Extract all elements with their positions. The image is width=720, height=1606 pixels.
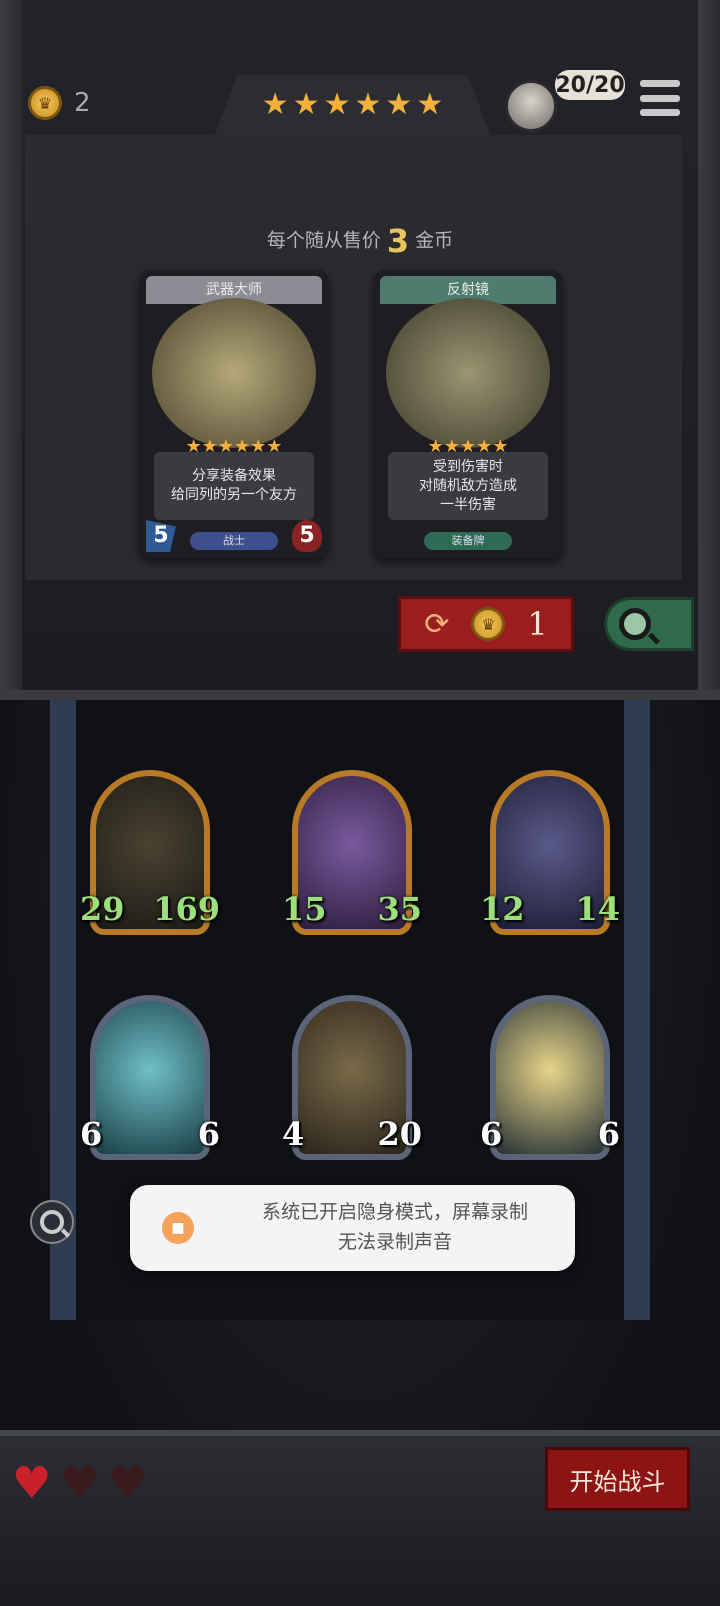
shop-search-button[interactable] (604, 597, 694, 651)
shop-card-reflect-mirror[interactable]: 反射镜 ★★★★★ 受到伤害时 对随机敌方造成 一半伤害 装备牌 (374, 270, 562, 558)
toast-line: 无法录制声音 (337, 1231, 452, 1253)
card-desc-line: 一半伤害 (440, 496, 496, 513)
minion-health: 35 (377, 890, 422, 928)
card-desc-line: 对随机敌方造成 (419, 477, 517, 494)
screen-record-icon: ■ (162, 1212, 194, 1244)
refresh-cost: 1 (527, 605, 548, 643)
menu-bar-icon (640, 109, 680, 116)
menu-button[interactable] (640, 80, 680, 116)
minion-attack: 4 (277, 1113, 321, 1155)
board-minion[interactable]: 29 169 (80, 770, 220, 960)
life-heart-empty-icon: ♥ (60, 1458, 100, 1509)
minion-health: 20 (373, 1113, 422, 1155)
board-search-button[interactable] (30, 1200, 74, 1244)
toast-text: 系统已开启隐身模式，屏幕录制 无法录制声音 (220, 1197, 570, 1257)
shop-panel: ♛ 2 ★ ★ ★ ★ ★ ★ 20/20 每个随从售价 3 金币 武器大师 ★★★… (0, 0, 720, 700)
card-art-warrior (152, 298, 316, 448)
player-avatar[interactable] (505, 80, 557, 132)
star-icon: ★ (261, 87, 289, 122)
sell-suffix: 金币 (415, 229, 454, 252)
recording-toast: ■ 系统已开启隐身模式，屏幕录制 无法录制声音 (130, 1185, 575, 1271)
minion-health: 14 (575, 890, 620, 928)
refresh-icon: ⟳ (424, 606, 450, 642)
minion-health: 6 (593, 1113, 637, 1155)
coin-icon: ♛ (28, 86, 62, 120)
minion-portrait (490, 995, 610, 1160)
sell-price-text: 每个随从售价 3 金币 (0, 222, 720, 260)
toast-line: 系统已开启隐身模式，屏幕录制 (261, 1201, 528, 1223)
card-health: 5 (292, 520, 322, 552)
life-heart-icon: ♥ (12, 1458, 52, 1509)
star-icon: ★ (385, 87, 413, 122)
minion-attack: 29 (80, 890, 125, 928)
coin-display: ♛ 2 (28, 86, 91, 120)
board-minion[interactable]: 12 14 (480, 770, 620, 960)
star-icon: ★ (323, 87, 351, 122)
coin-count: 2 (74, 88, 91, 118)
minion-attack: 15 (282, 890, 327, 928)
card-desc-line: 给同列的另一个友方 (171, 487, 297, 503)
coin-icon: ♛ (471, 607, 506, 641)
search-icon (619, 608, 651, 640)
star-icon: ★ (292, 87, 320, 122)
menu-bar-icon (640, 80, 680, 87)
frame-left (0, 0, 22, 690)
shop-card-weapon-master[interactable]: 武器大师 ★★★★★★ 分享装备效果 给同列的另一个友方 5 战士 5 (140, 270, 328, 558)
tavern-star-banner: ★ ★ ★ ★ ★ ★ (215, 75, 490, 135)
card-type-tag: 装备牌 (424, 532, 512, 550)
frame-right (698, 0, 720, 690)
search-icon (40, 1210, 64, 1234)
card-desc-line: 分享装备效果 (192, 468, 276, 484)
card-art-mirror (386, 298, 550, 448)
life-heart-empty-icon: ♥ (108, 1458, 148, 1509)
minion-health: 169 (153, 890, 220, 928)
minion-attack: 12 (480, 890, 525, 928)
shop-inner-board (25, 135, 682, 580)
minion-attack: 6 (475, 1113, 519, 1155)
board-minion[interactable]: 4 20 (277, 995, 422, 1185)
card-desc-line: 受到伤害时 (433, 458, 503, 475)
sell-price-value: 3 (386, 222, 410, 260)
sell-prefix: 每个随从售价 (266, 229, 381, 252)
star-icon: ★ (354, 87, 382, 122)
card-description: 受到伤害时 对随机敌方造成 一半伤害 (388, 452, 548, 520)
star-icon: ★ (416, 87, 444, 122)
board-minion[interactable]: 66 (475, 995, 637, 1185)
card-tribe-tag: 战士 (190, 532, 278, 550)
minion-attack: 6 (75, 1113, 119, 1155)
hero-count-badge: 20/20 (555, 70, 625, 100)
menu-bar-icon (640, 94, 680, 102)
board-minion[interactable]: 66 (75, 995, 237, 1185)
minion-portrait (90, 995, 210, 1160)
board-minion[interactable]: 15 35 (282, 770, 422, 960)
card-attack: 5 (146, 520, 176, 552)
refresh-shop-button[interactable]: ⟳ ♛ 1 (398, 596, 574, 652)
start-battle-button[interactable]: 开始战斗 (545, 1447, 690, 1511)
card-description: 分享装备效果 给同列的另一个友方 (154, 452, 314, 520)
minion-health: 6 (193, 1113, 237, 1155)
